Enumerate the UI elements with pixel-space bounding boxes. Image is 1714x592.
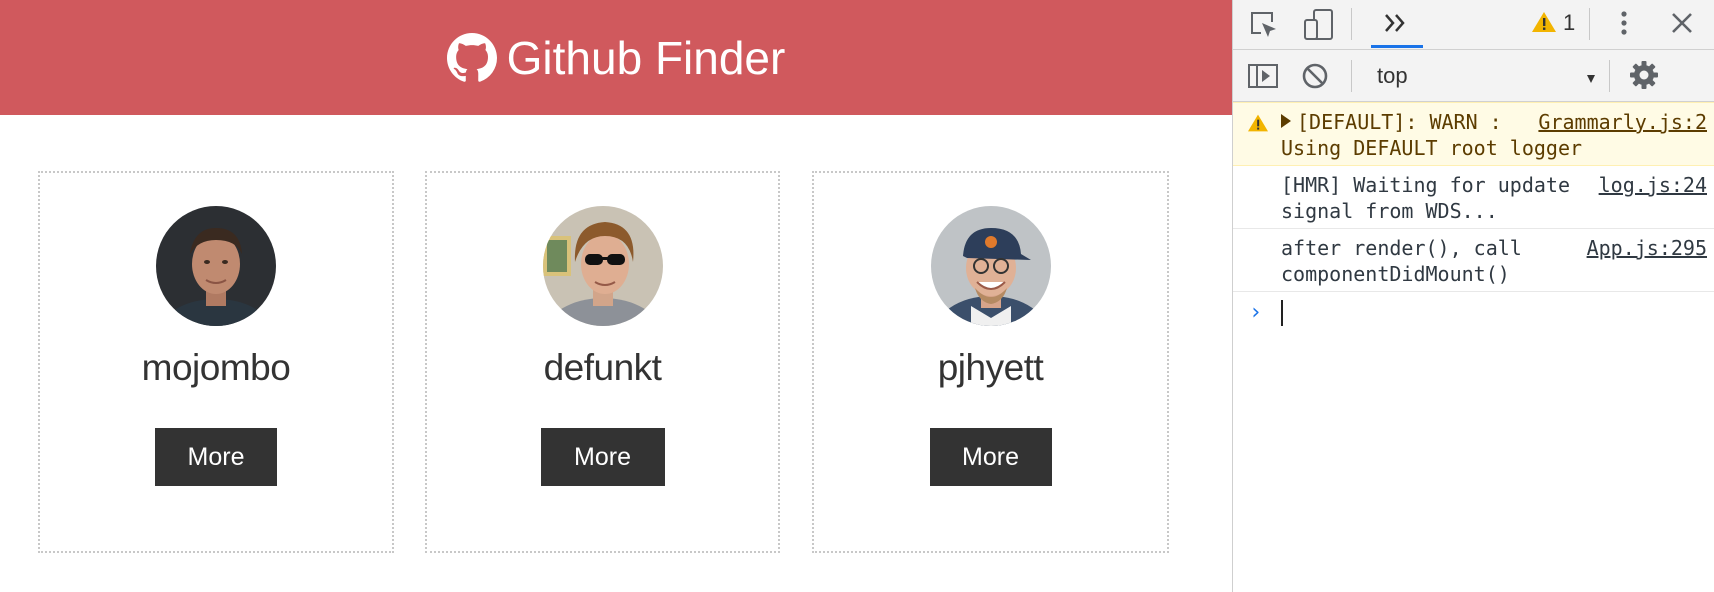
- show-sidebar-icon[interactable]: [1247, 62, 1279, 94]
- console-message-warning[interactable]: Grammarly.js:2 [DEFAULT]: WARN : Using D…: [1233, 102, 1714, 166]
- message-text: [HMR] Waiting for update signal from WDS…: [1281, 173, 1570, 223]
- dropdown-arrow-icon[interactable]: [1585, 70, 1597, 89]
- kebab-menu-icon[interactable]: [1617, 8, 1631, 42]
- source-link[interactable]: App.js:295: [1587, 235, 1707, 261]
- gear-icon[interactable]: [1629, 60, 1659, 94]
- clear-console-icon[interactable]: [1301, 62, 1329, 94]
- more-button[interactable]: More: [540, 428, 665, 486]
- warning-count[interactable]: 1: [1563, 8, 1575, 38]
- active-tab-indicator: [1371, 45, 1423, 48]
- separator: [1351, 60, 1352, 92]
- console-toolbar: top: [1233, 50, 1714, 102]
- message-text: after render(), call componentDidMount(): [1281, 236, 1522, 286]
- more-button[interactable]: More: [929, 428, 1052, 486]
- console-message[interactable]: App.js:295 after render(), call componen…: [1233, 229, 1714, 292]
- prompt-chevron-icon: ›: [1249, 300, 1263, 325]
- separator: [1609, 60, 1610, 92]
- github-finder-app: Github Finder mojombo More defunkt More …: [0, 0, 1232, 592]
- close-icon[interactable]: [1669, 10, 1695, 40]
- expand-triangle-icon[interactable]: [1281, 114, 1291, 128]
- console-message[interactable]: log.js:24 [HMR] Waiting for update signa…: [1233, 166, 1714, 229]
- text-cursor: [1281, 300, 1283, 326]
- username: pjhyett: [937, 347, 1044, 388]
- navbar: Github Finder: [0, 0, 1232, 115]
- inspect-element-icon[interactable]: [1249, 10, 1279, 44]
- devtools-tab-bar: 1: [1233, 0, 1714, 50]
- source-link[interactable]: Grammarly.js:2: [1538, 109, 1707, 135]
- source-link[interactable]: log.js:24: [1599, 172, 1707, 198]
- user-card: mojombo More: [38, 171, 394, 553]
- more-button[interactable]: More: [155, 428, 277, 486]
- user-card: pjhyett More: [812, 171, 1169, 553]
- console-messages: Grammarly.js:2 [DEFAULT]: WARN : Using D…: [1233, 102, 1714, 332]
- avatar: [542, 206, 663, 326]
- app-title: Github Finder: [506, 31, 786, 84]
- warning-icon[interactable]: [1531, 10, 1557, 38]
- github-icon: [446, 32, 497, 83]
- separator: [1589, 8, 1590, 40]
- console-prompt[interactable]: ›: [1233, 292, 1714, 332]
- devtools-panel: 1 top Grammarly.js:2 [DEFAULT]: WARN: U…: [1232, 0, 1714, 592]
- double-chevron-icon[interactable]: [1381, 10, 1411, 40]
- brand[interactable]: Github Finder: [446, 31, 786, 85]
- username: defunkt: [543, 347, 662, 388]
- device-toolbar-icon[interactable]: [1303, 8, 1335, 46]
- username: mojombo: [141, 347, 291, 388]
- user-card: defunkt More: [425, 171, 780, 553]
- context-selector[interactable]: top: [1377, 62, 1408, 90]
- avatar: [156, 206, 276, 326]
- avatar: [930, 206, 1051, 326]
- warning-icon: [1247, 113, 1269, 139]
- message-text: [DEFAULT]: WARN : Using DEFAULT root log…: [1281, 110, 1583, 160]
- separator: [1351, 8, 1352, 40]
